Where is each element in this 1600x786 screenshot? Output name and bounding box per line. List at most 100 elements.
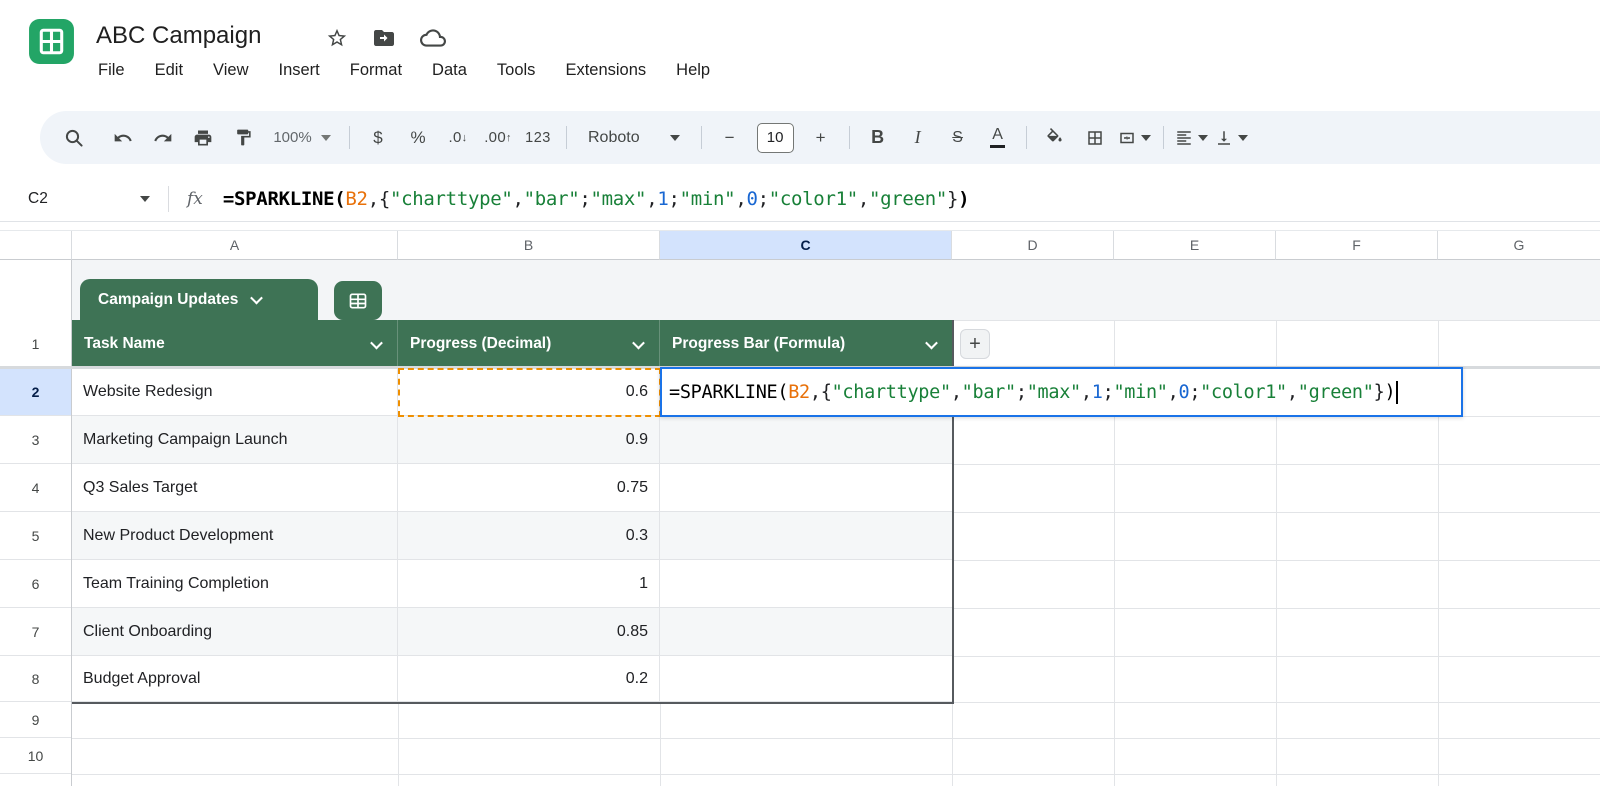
cell-a2-task[interactable]: Website Redesign bbox=[72, 368, 398, 416]
italic-button[interactable]: I bbox=[901, 121, 935, 155]
row-header-6[interactable]: 6 bbox=[0, 560, 71, 608]
increase-decimal-button[interactable]: .00↑ bbox=[481, 121, 515, 155]
cell-c3-progress-bar[interactable] bbox=[660, 416, 952, 464]
cell-b6-progress[interactable]: 1 bbox=[398, 560, 660, 608]
row-header-3[interactable]: 3 bbox=[0, 416, 71, 464]
cell-a4-task[interactable]: Q3 Sales Target bbox=[72, 464, 398, 512]
gridline bbox=[952, 608, 1600, 609]
toolbar-divider bbox=[849, 126, 850, 149]
gridline bbox=[952, 512, 1600, 513]
table-menu-button[interactable] bbox=[334, 281, 382, 320]
column-header-a[interactable]: A bbox=[72, 231, 398, 260]
move-folder-icon[interactable] bbox=[372, 26, 396, 55]
strikethrough-button[interactable]: S bbox=[941, 121, 975, 155]
decrease-font-size-button[interactable]: − bbox=[713, 121, 747, 155]
font-select[interactable]: Roboto bbox=[578, 121, 690, 155]
chevron-down-icon[interactable] bbox=[925, 336, 938, 349]
cell-b3-progress[interactable]: 0.9 bbox=[398, 416, 660, 464]
table-row: Budget Approval 0.2 bbox=[72, 656, 952, 702]
cell-a7-task[interactable]: Client Onboarding bbox=[72, 608, 398, 656]
star-icon[interactable] bbox=[326, 27, 348, 54]
chevron-down-icon bbox=[1198, 135, 1208, 141]
row-header-5[interactable]: 5 bbox=[0, 512, 71, 560]
redo-button[interactable] bbox=[146, 121, 180, 155]
menu-data[interactable]: Data bbox=[432, 61, 467, 80]
cell-c7-progress-bar[interactable] bbox=[660, 608, 952, 656]
table-header-progress-decimal[interactable]: Progress (Decimal) bbox=[398, 320, 660, 368]
row-header-8[interactable]: 8 bbox=[0, 656, 71, 702]
column-header-b[interactable]: B bbox=[398, 231, 660, 260]
menu-extensions[interactable]: Extensions bbox=[565, 61, 646, 80]
sheets-logo-icon[interactable] bbox=[27, 17, 76, 66]
cell-b4-progress[interactable]: 0.75 bbox=[398, 464, 660, 512]
formula-input[interactable]: =SPARKLINE(B2,{"charttype","bar";"max",1… bbox=[223, 188, 969, 210]
menu-file[interactable]: File bbox=[98, 61, 125, 80]
chevron-down-icon bbox=[1238, 135, 1248, 141]
chevron-down-icon[interactable] bbox=[632, 336, 645, 349]
merge-cells-button[interactable] bbox=[1118, 121, 1152, 155]
cell-b7-progress[interactable]: 0.85 bbox=[398, 608, 660, 656]
print-button[interactable] bbox=[186, 121, 220, 155]
column-header-e[interactable]: E bbox=[1114, 231, 1276, 260]
column-header-f[interactable]: F bbox=[1276, 231, 1438, 260]
formula-bar: C2 fx =SPARKLINE(B2,{"charttype","bar";"… bbox=[0, 176, 1600, 222]
chevron-down-icon[interactable] bbox=[370, 336, 383, 349]
chevron-down-icon bbox=[670, 135, 680, 141]
name-box[interactable]: C2 bbox=[0, 190, 168, 208]
horizontal-align-button[interactable] bbox=[1175, 121, 1209, 155]
row-header-10[interactable]: 10 bbox=[0, 738, 71, 774]
cell-a5-task[interactable]: New Product Development bbox=[72, 512, 398, 560]
menu-help[interactable]: Help bbox=[676, 61, 710, 80]
header-label: Progress (Decimal) bbox=[410, 335, 551, 353]
fill-color-button[interactable] bbox=[1038, 121, 1072, 155]
menu-insert[interactable]: Insert bbox=[279, 61, 320, 80]
bold-button[interactable]: B bbox=[861, 121, 895, 155]
gridline bbox=[952, 560, 1600, 561]
header-label: Progress Bar (Formula) bbox=[672, 335, 845, 353]
more-formats-button[interactable]: 123 bbox=[521, 121, 555, 155]
format-currency-button[interactable]: $ bbox=[361, 121, 395, 155]
text-color-button[interactable]: A bbox=[981, 121, 1015, 155]
cell-c4-progress-bar[interactable] bbox=[660, 464, 952, 512]
add-column-button[interactable]: + bbox=[960, 329, 990, 359]
formula-bar-divider bbox=[168, 186, 169, 212]
table-header-progress-bar[interactable]: Progress Bar (Formula) bbox=[660, 320, 952, 368]
search-icon[interactable] bbox=[57, 121, 91, 155]
font-size-input[interactable]: 10 bbox=[757, 123, 794, 153]
row-header-9[interactable]: 9 bbox=[0, 702, 71, 738]
document-title[interactable]: ABC Campaign bbox=[96, 22, 261, 50]
menu-view[interactable]: View bbox=[213, 61, 248, 80]
table-name-tab[interactable]: Campaign Updates bbox=[80, 279, 318, 320]
menu-tools[interactable]: Tools bbox=[497, 61, 536, 80]
menu-format[interactable]: Format bbox=[350, 61, 402, 80]
cell-c6-progress-bar[interactable] bbox=[660, 560, 952, 608]
zoom-select[interactable]: 100% bbox=[266, 121, 338, 155]
cell-b8-progress[interactable]: 0.2 bbox=[398, 656, 660, 702]
undo-button[interactable] bbox=[106, 121, 140, 155]
select-all-corner[interactable] bbox=[0, 231, 72, 260]
column-header-g[interactable]: G bbox=[1438, 231, 1600, 260]
vertical-align-button[interactable] bbox=[1215, 121, 1249, 155]
active-cell-editor-c2[interactable]: =SPARKLINE(B2,{"charttype","bar";"max",1… bbox=[660, 367, 1463, 417]
column-header-d[interactable]: D bbox=[952, 231, 1114, 260]
cell-a8-task[interactable]: Budget Approval bbox=[72, 656, 398, 702]
format-percent-button[interactable]: % bbox=[401, 121, 435, 155]
cell-a6-task[interactable]: Team Training Completion bbox=[72, 560, 398, 608]
table-header-task-name[interactable]: Task Name bbox=[72, 320, 398, 368]
row-header-7[interactable]: 7 bbox=[0, 608, 71, 656]
borders-button[interactable] bbox=[1078, 121, 1112, 155]
cell-a3-task[interactable]: Marketing Campaign Launch bbox=[72, 416, 398, 464]
table-row: Client Onboarding 0.85 bbox=[72, 608, 952, 656]
menu-edit[interactable]: Edit bbox=[155, 61, 183, 80]
cloud-saved-icon[interactable] bbox=[420, 27, 446, 54]
cell-c5-progress-bar[interactable] bbox=[660, 512, 952, 560]
paint-format-button[interactable] bbox=[226, 121, 260, 155]
cell-b5-progress[interactable]: 0.3 bbox=[398, 512, 660, 560]
cell-c8-progress-bar[interactable] bbox=[660, 656, 952, 702]
row-header-4[interactable]: 4 bbox=[0, 464, 71, 512]
column-header-c[interactable]: C bbox=[660, 231, 952, 260]
increase-font-size-button[interactable]: + bbox=[804, 121, 838, 155]
row-header-2[interactable]: 2 bbox=[0, 368, 71, 416]
row-header-1[interactable]: 1 bbox=[0, 320, 71, 368]
decrease-decimal-button[interactable]: .0↓ bbox=[441, 121, 475, 155]
